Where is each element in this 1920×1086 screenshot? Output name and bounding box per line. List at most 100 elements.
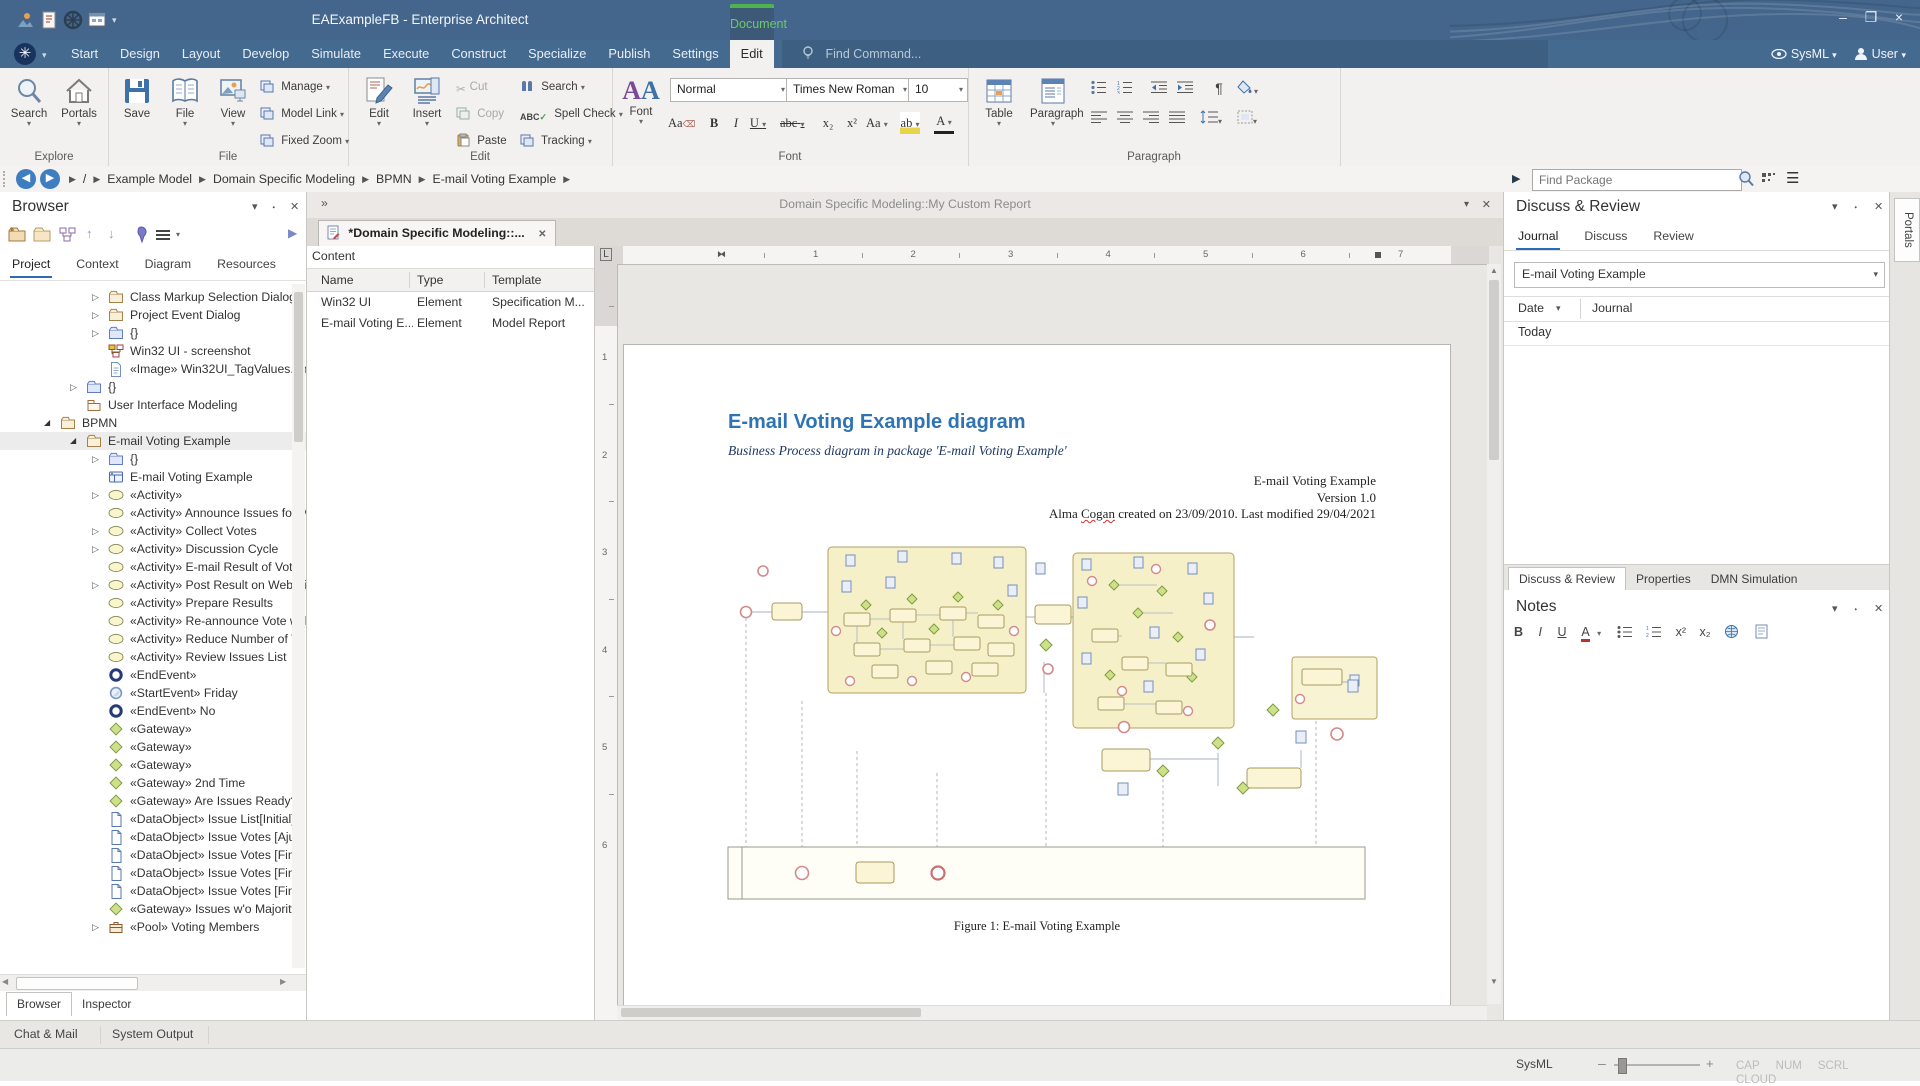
notes-numbered-list-icon[interactable]: 12	[1646, 625, 1662, 638]
view-button[interactable]: View▾	[210, 76, 256, 127]
breadcrumb-item[interactable]: /	[83, 166, 86, 192]
tree-horizontal-scrollbar[interactable]: ◀ ▶	[0, 974, 306, 991]
document-horizontal-scrollbar[interactable]	[617, 1005, 1487, 1020]
expand-icon[interactable]: ▷	[92, 522, 99, 540]
ribbon-tab-execute[interactable]: Execute	[372, 40, 440, 68]
package-grid-icon[interactable]	[1760, 171, 1776, 192]
user-label[interactable]: User	[1872, 47, 1898, 61]
tree-item-endevent-no[interactable]: «EndEvent» No	[0, 702, 306, 720]
font-size-combo[interactable]: 10▾	[908, 78, 968, 102]
browser-dropdown-icon[interactable]: ▾	[252, 200, 258, 213]
ribbon-tab-develop[interactable]: Develop	[231, 40, 300, 68]
ribbon-tab-settings[interactable]: Settings	[661, 40, 729, 68]
document-tab[interactable]: *Domain Specific Modeling::... ✕	[318, 220, 556, 247]
notes-hyperlink-globe-icon[interactable]	[1724, 624, 1739, 639]
expand-icon[interactable]: ▷	[92, 324, 99, 342]
find-package-search-icon[interactable]	[1738, 170, 1754, 193]
change-case-button[interactable]: Aa ▾	[866, 112, 888, 134]
notes-subscript-icon[interactable]: x₂	[1700, 625, 1711, 639]
align-left-button[interactable]	[1088, 110, 1110, 130]
portals-vertical-tab[interactable]: Portals	[1894, 198, 1920, 262]
ribbon-tab-edit[interactable]: Edit	[730, 40, 774, 68]
tree-vertical-scrollbar[interactable]	[292, 284, 305, 968]
manage-button[interactable]: Manage ▾	[260, 76, 330, 98]
quick-access-window-icon[interactable]	[86, 9, 108, 31]
element-selector-combo[interactable]: E-mail Voting Example ▾	[1514, 262, 1885, 288]
breadcrumb-item[interactable]: Example Model	[107, 166, 192, 192]
notes-font-color-icon[interactable]: A	[1581, 625, 1589, 642]
nav-forward-button[interactable]: ▶	[40, 169, 60, 189]
tree-item-activity-announce-issues-for-v[interactable]: «Activity» Announce Issues for V	[0, 504, 306, 522]
discuss-pin-icon[interactable]: 𝆺	[1854, 200, 1857, 213]
notes-close-icon[interactable]: ✕	[1874, 602, 1883, 615]
move-down-icon[interactable]: ↓	[108, 226, 115, 241]
tree-item-activity-discussion-cycle[interactable]: ▷«Activity» Discussion Cycle	[0, 540, 306, 558]
bullet-list-button[interactable]	[1088, 80, 1110, 100]
browser-tab-project[interactable]: Project	[10, 252, 52, 278]
tracking-button[interactable]: Tracking ▾	[520, 130, 592, 152]
notes-pin-icon[interactable]: 𝆺	[1854, 602, 1857, 615]
italic-button[interactable]: I	[726, 112, 746, 134]
file-button[interactable]: File▾	[162, 76, 208, 127]
portals-button[interactable]: Portals▾	[56, 76, 102, 127]
strikethrough-button[interactable]: abc ▾	[780, 112, 805, 134]
cut-button[interactable]: ✂Cut	[456, 76, 488, 98]
new-diagram-icon[interactable]	[58, 226, 77, 248]
tree-item-activity-post-result-on-web-si[interactable]: ▷«Activity» Post Result on Web Si	[0, 576, 306, 594]
zoom-slider-thumb[interactable]	[1618, 1058, 1627, 1074]
new-folder-icon[interactable]	[33, 226, 52, 248]
tree-item-startevent-friday[interactable]: «StartEvent» Friday	[0, 684, 306, 702]
tab-system-output[interactable]: System Output	[112, 1027, 193, 1041]
notes-bullet-list-icon[interactable]	[1617, 625, 1633, 638]
locate-icon[interactable]	[134, 225, 149, 248]
ruler-corner[interactable]: L	[595, 246, 618, 265]
ribbon-tab-start[interactable]: Start	[60, 40, 109, 68]
highlight-button[interactable]: ab ▾	[900, 112, 920, 134]
tree-item-activity-reduce-number-of-vo[interactable]: «Activity» Reduce Number of Vo	[0, 630, 306, 648]
restore-button[interactable]: ❐	[1858, 8, 1884, 28]
ribbon-tab-simulate[interactable]: Simulate	[300, 40, 372, 68]
perspective-dropdown-icon[interactable]: ▾	[1832, 50, 1837, 60]
find-command-bar[interactable]: Find Command...	[782, 40, 1548, 68]
column-header-template[interactable]: Template	[492, 270, 592, 290]
tab-chat-and-mail[interactable]: Chat & Mail	[14, 1027, 78, 1041]
collapse-icon[interactable]: ◢	[70, 432, 76, 450]
tree-item-e-mail-voting-example[interactable]: E-mail Voting Example	[0, 468, 306, 486]
tree-item-user-interface-modeling[interactable]: User Interface Modeling	[0, 396, 306, 414]
notes-underline-icon[interactable]: U	[1557, 625, 1566, 639]
superscript-button[interactable]: x²	[842, 112, 862, 134]
tree-item-activity-re-announce-vote-with[interactable]: «Activity» Re-announce Vote with	[0, 612, 306, 630]
search-button[interactable]: Search▾	[6, 76, 52, 127]
underline-button[interactable]: U ▾	[748, 112, 768, 134]
browser-tab-context[interactable]: Context	[74, 252, 120, 276]
tree-item-dataobject-issue-votes-ajust[interactable]: «DataObject» Issue Votes [Ajust	[0, 828, 306, 846]
discuss-tab-discuss[interactable]: Discuss	[1582, 224, 1629, 248]
panel-tab-properties[interactable]: Properties	[1626, 568, 1701, 591]
notes-dropdown-icon[interactable]: ▾	[1832, 602, 1838, 615]
tree-item-dataobject-issue-list-initial-[interactable]: «DataObject» Issue List[Initial]	[0, 810, 306, 828]
document-vertical-scrollbar[interactable]: ▲ ▼	[1487, 264, 1501, 1004]
tree-item-dataobject-issue-votes-final[interactable]: «DataObject» Issue Votes [Final	[0, 846, 306, 864]
tree-item-gateway[interactable]: «Gateway»	[0, 720, 306, 738]
ribbon-tab-layout[interactable]: Layout	[171, 40, 231, 68]
paragraph-button[interactable]: Paragraph▾	[1030, 76, 1076, 127]
column-header-name[interactable]: Name	[321, 270, 413, 290]
subscript-button[interactable]: x₂	[818, 112, 838, 134]
find-package-input[interactable]	[1532, 169, 1742, 191]
discuss-tab-review[interactable]: Review	[1651, 224, 1695, 248]
tree-item-gateway-2nd-time[interactable]: «Gateway» 2nd Time	[0, 774, 306, 792]
breadcrumb-expand-icon[interactable]: ▶	[1512, 172, 1520, 185]
indent-marker[interactable]: ⧓	[717, 249, 726, 260]
expand-icon[interactable]: ▷	[70, 378, 77, 396]
tree-item-activity-e-mail-result-of-vote[interactable]: «Activity» E-mail Result of Vote	[0, 558, 306, 576]
breadcrumb-item[interactable]: BPMN	[376, 166, 412, 192]
bottom-tab-browser[interactable]: Browser	[6, 992, 72, 1016]
ribbon-tab-publish[interactable]: Publish	[597, 40, 661, 68]
browser-tab-resources[interactable]: Resources	[215, 252, 278, 276]
paste-button[interactable]: Paste	[456, 130, 507, 152]
editor-close-icon[interactable]: ✕	[1482, 198, 1491, 211]
expand-icon[interactable]: ▷	[92, 450, 99, 468]
breadcrumb-item[interactable]: E-mail Voting Example	[433, 166, 557, 192]
style-combo[interactable]: Normal▾	[670, 78, 790, 102]
editor-dropdown-icon[interactable]: ▾	[1464, 199, 1469, 210]
